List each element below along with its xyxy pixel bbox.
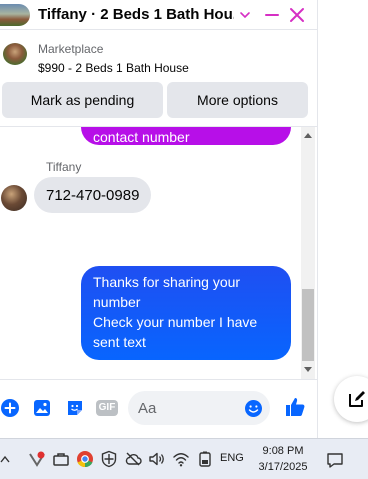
- chat-header[interactable]: Tiffany · 2 Beds 1 Bath Hou...: [0, 0, 318, 30]
- gif-icon[interactable]: GIF: [96, 400, 118, 416]
- message-input-box[interactable]: [128, 391, 270, 425]
- message-line: Check your number I have: [93, 314, 258, 330]
- message-text: contact number: [93, 129, 190, 145]
- wifi-icon[interactable]: [172, 450, 190, 468]
- windows-taskbar: ENG 9:08 PM 3/17/2025: [0, 438, 368, 479]
- scrollbar-thumb[interactable]: [302, 289, 314, 361]
- clock-date: 3/17/2025: [258, 461, 308, 473]
- scrollbar[interactable]: [301, 127, 315, 379]
- clock-time: 9:08 PM: [262, 445, 304, 457]
- sticker-icon[interactable]: [65, 398, 85, 418]
- shield-icon[interactable]: [100, 450, 118, 468]
- sender-name: Tiffany: [46, 160, 82, 174]
- chat-window: Tiffany · 2 Beds 1 Bath Hou... Marketpla…: [0, 0, 318, 438]
- divider: [0, 379, 318, 380]
- message-list[interactable]: contact number Tiffany 712-470-0989 Than…: [0, 127, 300, 379]
- new-message-button[interactable]: [334, 376, 368, 422]
- listing-avatar[interactable]: [0, 3, 30, 26]
- listing-actions: Mark as pending More options: [2, 82, 308, 118]
- vpn-icon[interactable]: [28, 450, 46, 468]
- speaker-icon[interactable]: [148, 450, 166, 468]
- chevron-down-icon[interactable]: [238, 8, 252, 22]
- message-input[interactable]: [138, 391, 238, 425]
- sender-avatar[interactable]: [1, 185, 27, 211]
- minimize-icon[interactable]: [264, 7, 280, 23]
- emoji-icon[interactable]: [244, 399, 263, 418]
- marketplace-listing[interactable]: Marketplace $990 - 2 Beds 1 Bath House: [0, 36, 318, 78]
- notification-icon[interactable]: [326, 451, 344, 469]
- compose-icon: [349, 391, 365, 407]
- clock[interactable]: 9:08 PM 3/17/2025: [252, 443, 314, 475]
- outgoing-message-bubble[interactable]: contact number: [81, 127, 291, 145]
- cloud-off-icon[interactable]: [124, 450, 142, 468]
- battery-icon[interactable]: [196, 450, 214, 468]
- screen: Tiffany · 2 Beds 1 Bath Hou... Marketpla…: [0, 0, 368, 479]
- briefcase-icon[interactable]: [52, 450, 70, 468]
- message-composer: GIF: [0, 388, 318, 428]
- chevron-up-icon[interactable]: [0, 450, 10, 468]
- mark-as-pending-button[interactable]: Mark as pending: [2, 82, 163, 118]
- scroll-down-arrow-icon[interactable]: [304, 367, 312, 372]
- outgoing-message-bubble[interactable]: Thanks for sharing your number Check you…: [81, 266, 291, 360]
- image-icon[interactable]: [32, 398, 52, 418]
- scroll-up-arrow-icon[interactable]: [304, 133, 312, 138]
- plus-icon[interactable]: [0, 398, 20, 418]
- chrome-icon[interactable]: [76, 450, 94, 468]
- message-line: sent text: [93, 334, 146, 350]
- language-indicator[interactable]: ENG: [220, 452, 244, 464]
- message-line: number: [93, 294, 141, 310]
- listing-thumbnail[interactable]: [3, 43, 27, 65]
- incoming-message-bubble[interactable]: 712-470-0989: [34, 177, 152, 213]
- listing-title[interactable]: $990 - 2 Beds 1 Bath House: [38, 61, 189, 75]
- like-icon[interactable]: [284, 396, 306, 418]
- more-options-button[interactable]: More options: [167, 82, 308, 118]
- marketplace-label: Marketplace: [38, 42, 104, 56]
- close-icon[interactable]: [288, 6, 306, 24]
- message-line: Thanks for sharing your: [93, 274, 241, 290]
- chat-title[interactable]: Tiffany · 2 Beds 1 Bath Hou...: [38, 6, 234, 23]
